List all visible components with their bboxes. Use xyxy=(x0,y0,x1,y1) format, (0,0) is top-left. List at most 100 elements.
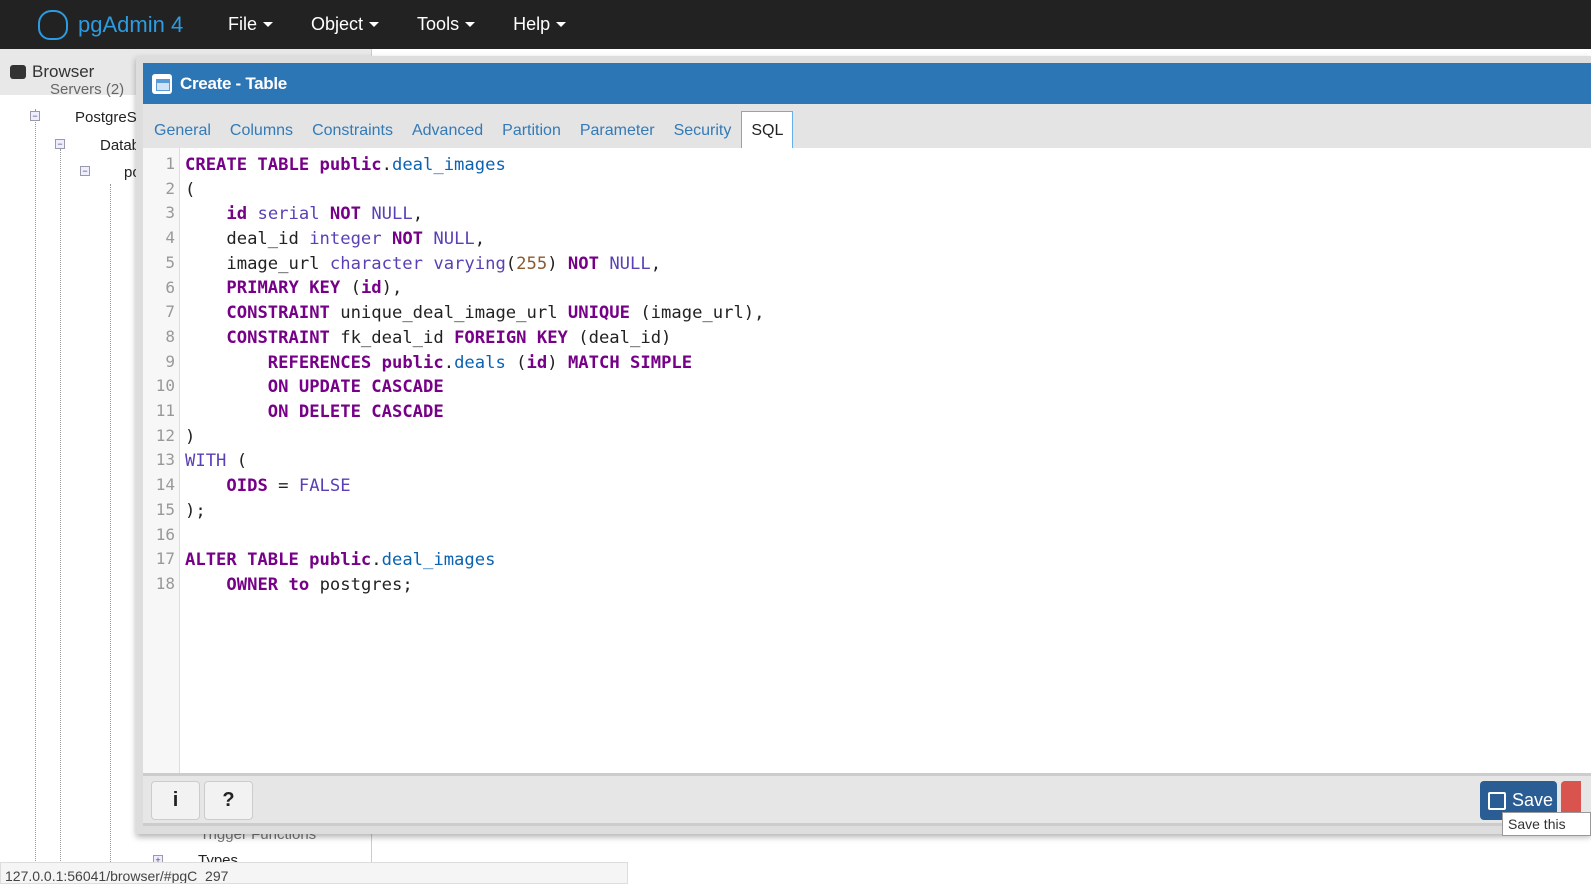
code-token: OIDS xyxy=(226,475,268,496)
dialog-title: Create - Table xyxy=(180,73,287,93)
code-token: , xyxy=(412,204,424,225)
line-number: 6 xyxy=(165,277,175,297)
caret-down-icon xyxy=(465,22,476,27)
code-token: NOT xyxy=(567,253,599,274)
tree-item-servers[interactable]: Servers (2) xyxy=(50,81,124,98)
sql-code[interactable]: CREATE TABLE public.deal_images( id seri… xyxy=(185,153,765,597)
line-number: 18 xyxy=(155,573,175,593)
top-navbar: pgAdmin 4 File Object Tools Help xyxy=(0,0,1591,49)
code-token: . xyxy=(443,352,455,373)
browser-title: Browser xyxy=(32,62,95,81)
tab-columns[interactable]: Columns xyxy=(221,112,303,148)
code-token: ( xyxy=(185,179,196,200)
line-number: 8 xyxy=(165,326,175,346)
code-token: NULL xyxy=(371,204,413,225)
tab-security[interactable]: Security xyxy=(665,112,742,148)
code-token: deal_images xyxy=(391,155,506,175)
dialog-tabs: General Columns Constraints Advanced Partiti… xyxy=(143,104,1591,148)
line-number: 2 xyxy=(165,178,175,198)
menu-label: Tools xyxy=(417,14,460,34)
code-token: unique_deal_image_url xyxy=(329,303,568,324)
code-token: id xyxy=(226,204,248,225)
line-number: 13 xyxy=(155,450,175,470)
code-token: OWNER xyxy=(226,574,279,595)
tree-line xyxy=(110,184,111,874)
tab-parameter[interactable]: Parameter xyxy=(571,112,665,148)
caret-down-icon xyxy=(556,22,567,27)
code-token: fk_deal_id xyxy=(329,327,455,348)
dialog-footer: i ? Save xyxy=(143,773,1591,826)
code-token: image_url xyxy=(185,253,330,274)
code-line: OIDS = FALSE xyxy=(185,474,765,499)
code-token: ) xyxy=(547,253,568,274)
code-token: PRIMARY KEY xyxy=(226,278,341,299)
menu-help[interactable]: Help xyxy=(513,14,567,35)
code-line: CREATE TABLE public.deal_images xyxy=(185,153,765,178)
code-token: CONSTRAINT xyxy=(226,303,330,324)
code-token: ON DELETE CASCADE xyxy=(267,401,444,422)
code-line: ) xyxy=(185,425,765,450)
table-icon xyxy=(152,73,172,94)
menu-file[interactable]: File xyxy=(228,14,274,35)
collapse-icon[interactable]: − xyxy=(55,139,65,149)
line-number: 16 xyxy=(155,524,175,544)
save-label: Save xyxy=(1512,790,1554,810)
code-token: MATCH SIMPLE xyxy=(567,352,693,373)
collapse-icon[interactable]: − xyxy=(80,166,90,176)
line-number: 7 xyxy=(165,302,175,322)
code-token: FALSE xyxy=(298,475,351,496)
code-token: . xyxy=(371,550,382,570)
tab-general[interactable]: General xyxy=(145,112,221,148)
tab-sql[interactable]: SQL xyxy=(741,111,794,148)
code-token: integer xyxy=(309,229,382,250)
info-button[interactable]: i xyxy=(151,781,200,820)
code-line: ON DELETE CASCADE xyxy=(185,400,765,425)
code-line: CONSTRAINT unique_deal_image_url UNIQUE … xyxy=(185,301,765,326)
tab-advanced[interactable]: Advanced xyxy=(403,112,493,148)
code-token: ), xyxy=(381,278,403,299)
code-token: UNIQUE xyxy=(567,303,630,324)
code-token: id xyxy=(526,352,548,373)
tab-constraints[interactable]: Constraints xyxy=(303,112,403,148)
collapse-icon[interactable]: − xyxy=(30,111,40,121)
dialog-header[interactable]: Create - Table xyxy=(143,63,1591,104)
caret-down-icon xyxy=(369,22,380,27)
code-token: ( xyxy=(226,451,248,472)
tree-line xyxy=(60,149,61,869)
line-number: 12 xyxy=(155,425,175,445)
app-brand[interactable]: pgAdmin 4 xyxy=(38,9,228,40)
code-token: NULL xyxy=(609,253,651,274)
sql-editor[interactable]: 1 2 3 4 5 6 7 8 9 10 11 12 13 14 15 16 17 18 CREATE TABLE… xyxy=(143,148,1591,773)
binoculars-icon xyxy=(10,65,26,79)
code-token: FOREIGN KEY xyxy=(454,327,568,348)
status-url: 127.0.0.1:56041/browser/#pgC_297 xyxy=(0,862,628,884)
code-token: NOT xyxy=(391,229,424,250)
menu-tools[interactable]: Tools xyxy=(417,14,476,35)
code-line: image_url character varying(255) NOT NUL… xyxy=(185,252,765,277)
tab-partition[interactable]: Partition xyxy=(493,112,571,148)
code-token: ) xyxy=(185,426,196,447)
code-line: WITH ( xyxy=(185,449,765,474)
create-table-dialog: Create - Table General Columns Constraints… xyxy=(136,56,1591,834)
code-token: CREATE TABLE public xyxy=(185,155,382,175)
code-line: OWNER to postgres; xyxy=(185,573,765,598)
code-token: ( xyxy=(340,278,361,299)
save-tooltip: Save this xyxy=(1502,812,1591,836)
code-line: ); xyxy=(185,499,765,524)
code-token: (image_url), xyxy=(629,303,765,324)
help-button[interactable]: ? xyxy=(204,781,253,820)
code-line: deal_id integer NOT NULL, xyxy=(185,227,765,252)
menu-object[interactable]: Object xyxy=(311,14,380,35)
code-token: REFERENCES public xyxy=(267,352,444,373)
code-line: REFERENCES public.deals (id) MATCH SIMPL… xyxy=(185,351,765,376)
code-token: CONSTRAINT xyxy=(226,327,330,348)
code-token: = xyxy=(267,475,299,496)
